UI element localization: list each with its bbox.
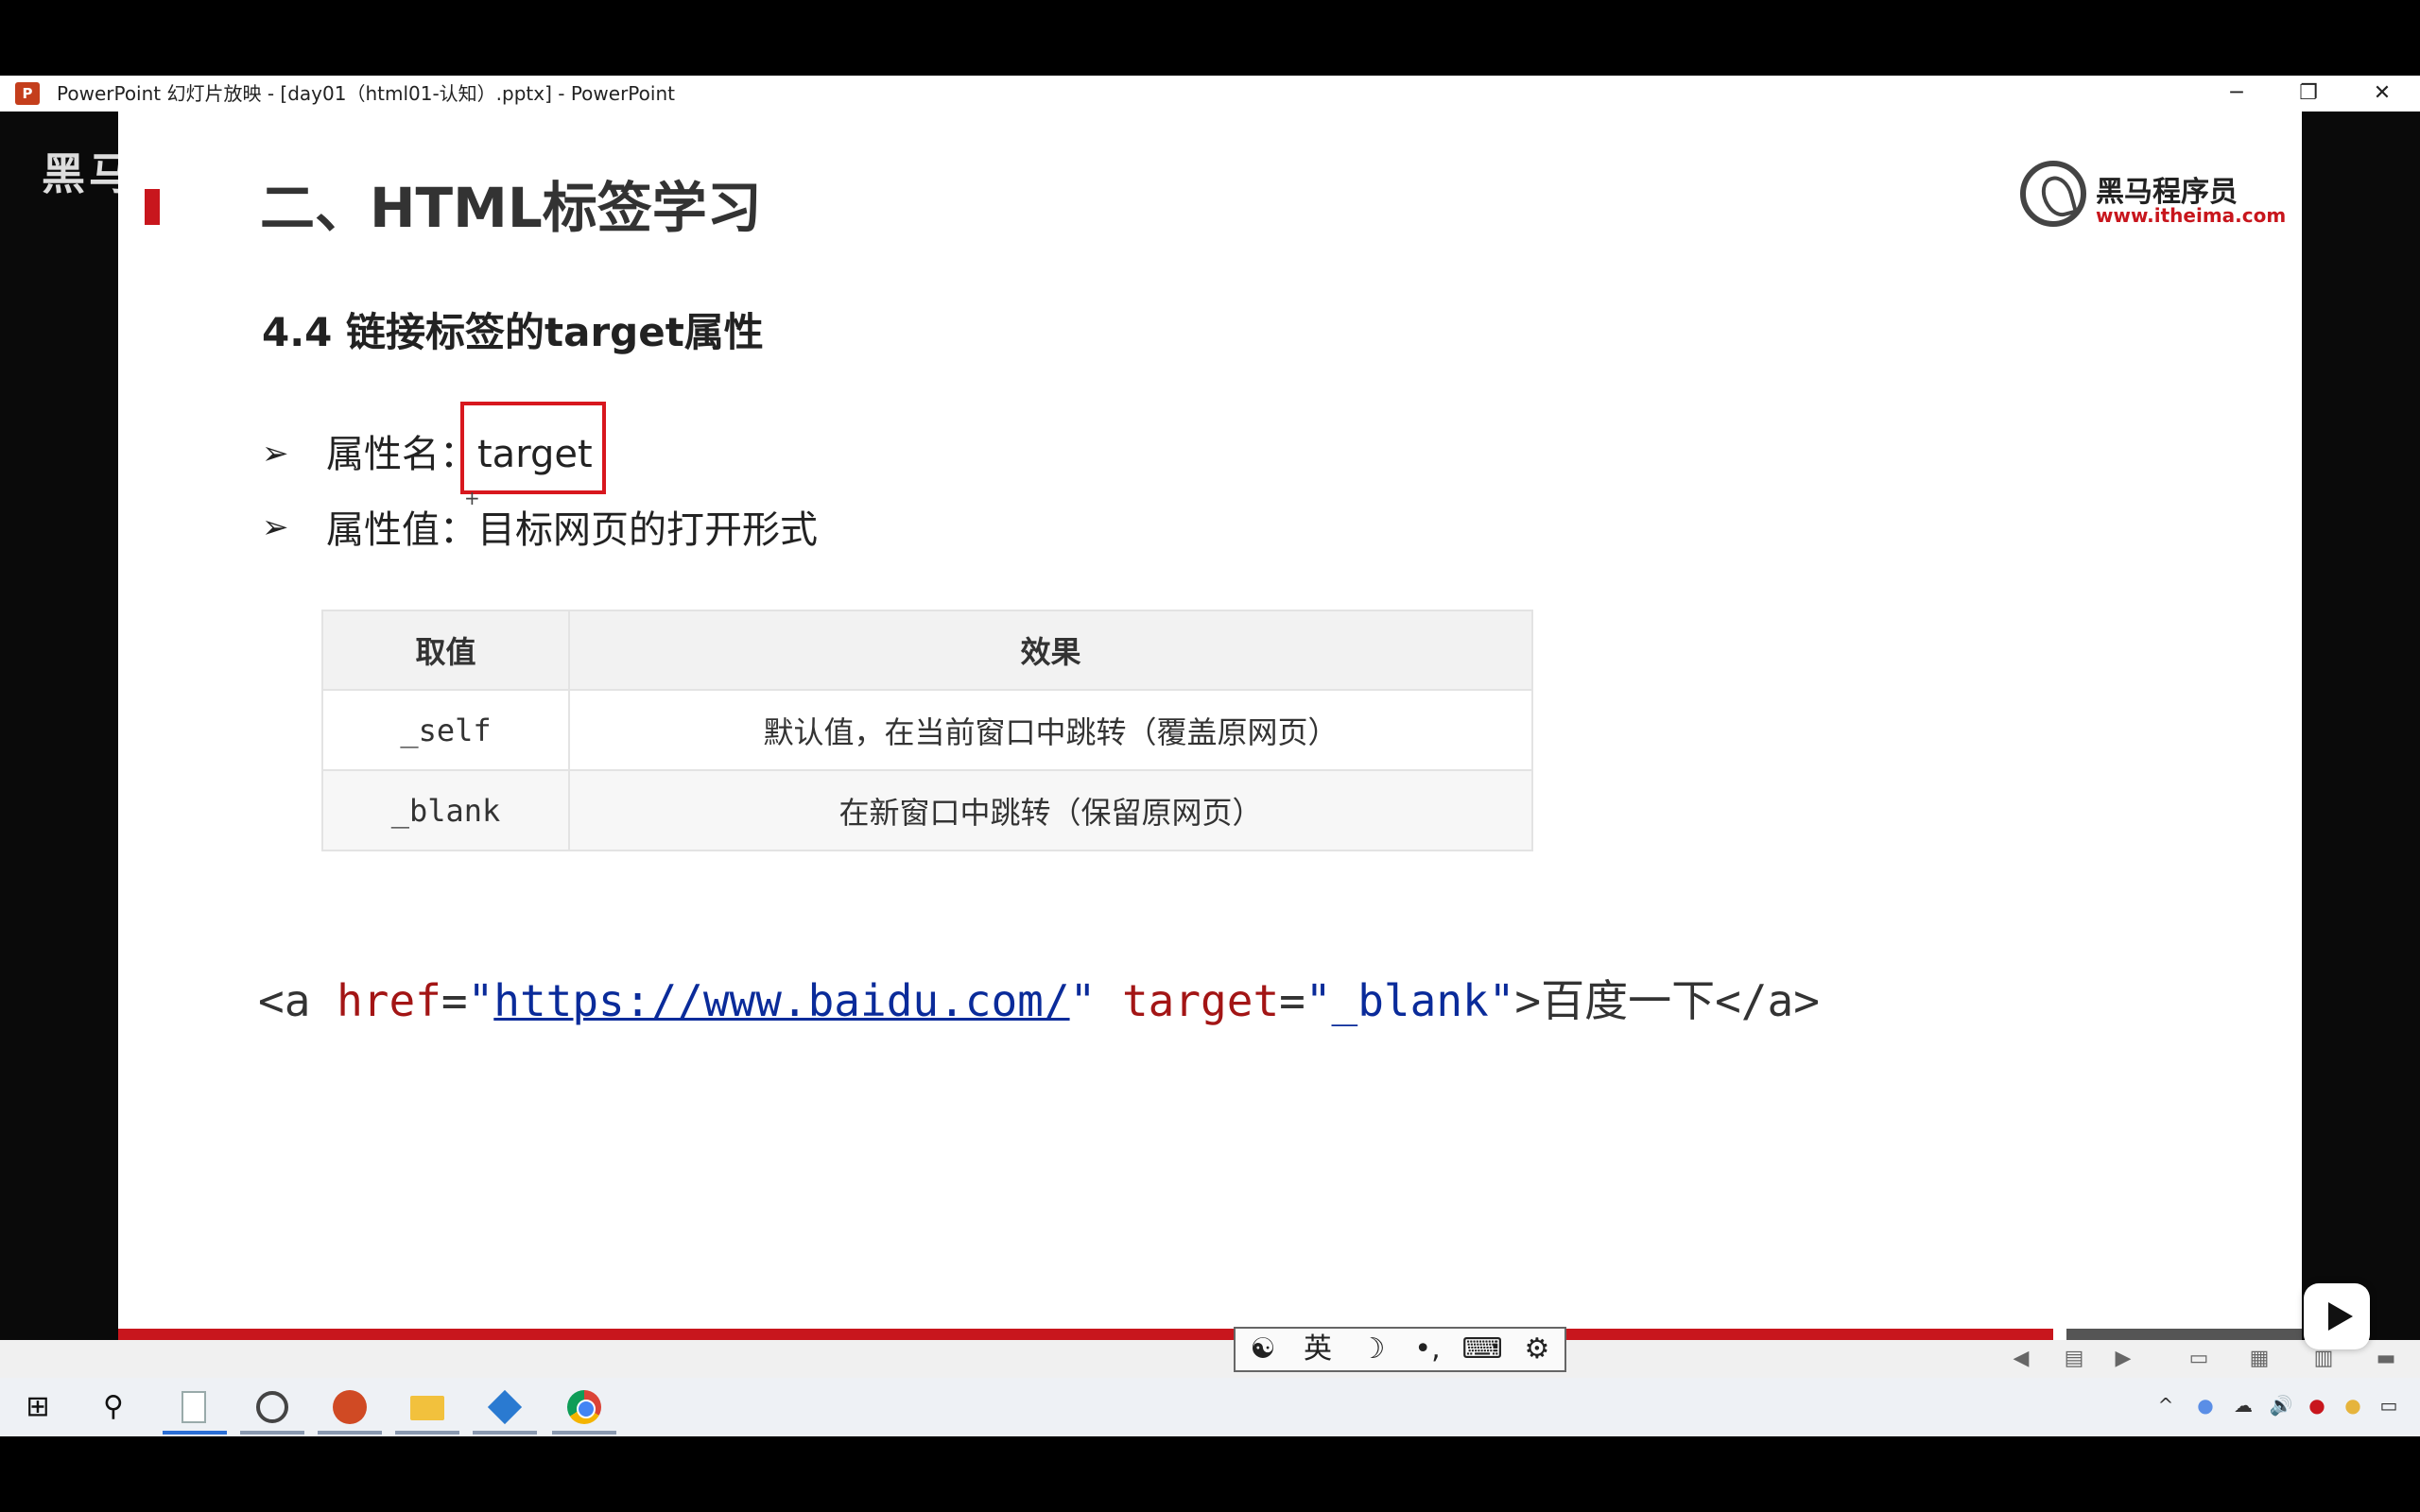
- ime-toolbar: ☯ 英 ☽ •, ⌨ ⚙: [1234, 1327, 1566, 1372]
- minimize-button[interactable]: ─: [2201, 76, 2273, 112]
- code-target-value: "_blank": [1305, 975, 1515, 1026]
- table-cell: _blank: [321, 769, 570, 851]
- slideshow-area: 黑马 二、HTML标签学习 黑马程序员 www.itheima.com 4.4 …: [0, 112, 2420, 1378]
- mouse-cursor-icon: +: [464, 487, 480, 509]
- explorer-running-indicator: [395, 1431, 459, 1435]
- table-row: _blank 在新窗口中跳转（保留原网页）: [321, 769, 1533, 851]
- tray-overflow-icon[interactable]: ^: [2152, 1391, 2180, 1419]
- tray-app-icon[interactable]: ●: [2191, 1391, 2220, 1419]
- table-cell: _self: [321, 689, 570, 771]
- slide-progress-bar: [118, 1329, 2302, 1340]
- close-button[interactable]: ✕: [2346, 76, 2418, 112]
- table-cell: 默认值，在当前窗口中跳转（覆盖原网页）: [568, 689, 1533, 771]
- notepad-active-indicator: [163, 1431, 227, 1435]
- slide-title: 二、HTML标签学习: [260, 176, 762, 240]
- notepad-app-icon[interactable]: [170, 1383, 219, 1432]
- code-equals: =: [1279, 975, 1305, 1026]
- ime-language-toggle[interactable]: 英: [1295, 1329, 1340, 1370]
- ime-halfwidth-icon[interactable]: ☽: [1350, 1329, 1395, 1370]
- table-cell: 在新窗口中跳转（保留原网页）: [568, 769, 1533, 851]
- ime-settings-icon[interactable]: ⚙: [1514, 1329, 1560, 1370]
- target-values-table: 取值 效果 _self 默认值，在当前窗口中跳转（覆盖原网页） _blank 在…: [321, 610, 1533, 851]
- window-titlebar: P PowerPoint 幻灯片放映 - [day01（html01-认知）.p…: [0, 76, 2420, 112]
- vscode-icon[interactable]: [480, 1383, 529, 1432]
- code-href-attr: href: [337, 975, 441, 1026]
- bullet-label: 属性值：: [326, 508, 477, 552]
- next-slide-icon[interactable]: ▶: [2110, 1346, 2136, 1372]
- highlight-box: [460, 402, 606, 494]
- powerpoint-running-indicator: [318, 1431, 382, 1435]
- file-explorer-icon[interactable]: [403, 1383, 452, 1432]
- code-href-value-link[interactable]: https://www.baidu.com/: [493, 975, 1069, 1026]
- video-play-icon[interactable]: [2304, 1283, 2370, 1349]
- code-example: <a href="https://www.baidu.com/" target=…: [258, 967, 1820, 1029]
- bullet-value: 目标网页的打开形式: [477, 508, 818, 552]
- ime-keyboard-icon[interactable]: ⌨: [1460, 1329, 1505, 1370]
- previous-slide-icon[interactable]: ◀: [2008, 1346, 2034, 1372]
- clock-app-icon[interactable]: [248, 1383, 297, 1432]
- slide-menu-icon[interactable]: ▤: [2061, 1346, 2087, 1372]
- slideshow-view-icon[interactable]: ▬: [2373, 1346, 2399, 1372]
- table-row: _self 默认值，在当前窗口中跳转（覆盖原网页）: [321, 689, 1533, 771]
- tray-app3-icon[interactable]: ●: [2339, 1391, 2367, 1419]
- slide-progress-remaining: [2066, 1329, 2302, 1340]
- action-center-icon[interactable]: ▭: [2375, 1391, 2403, 1419]
- code-quote: ": [1069, 975, 1097, 1026]
- brand-url: www.itheima.com: [2096, 204, 2287, 227]
- volume-icon[interactable]: 🔊: [2267, 1391, 2295, 1419]
- chrome-running-indicator: [552, 1431, 616, 1435]
- code-target-attr: target: [1121, 975, 1280, 1026]
- slide[interactable]: 二、HTML标签学习 黑马程序员 www.itheima.com 4.4 链接标…: [118, 112, 2302, 1340]
- slide-progress-gap: [2053, 1329, 2066, 1340]
- code-quote: ": [467, 975, 494, 1026]
- powerpoint-app-icon: P: [15, 82, 40, 105]
- code-close-tag: </a>: [1715, 975, 1820, 1026]
- slide-sorter-icon[interactable]: ▦: [2246, 1346, 2273, 1372]
- code-equals: =: [441, 975, 468, 1026]
- onedrive-icon[interactable]: ☁: [2229, 1391, 2257, 1419]
- vscode-running-indicator: [473, 1431, 537, 1435]
- normal-view-icon[interactable]: ▭: [2186, 1346, 2212, 1372]
- reading-view-icon[interactable]: ▥: [2310, 1346, 2337, 1372]
- tray-app2-icon[interactable]: ●: [2303, 1391, 2331, 1419]
- code-link-text: 百度一下: [1541, 975, 1716, 1026]
- ime-logo-icon[interactable]: ☯: [1240, 1329, 1286, 1370]
- bullet-marker-icon: ➢: [262, 435, 289, 472]
- slideshow-status-strip: [0, 1340, 2420, 1378]
- window-title: PowerPoint 幻灯片放映 - [day01（html01-认知）.ppt…: [57, 82, 675, 105]
- brand-logo-icon: [2020, 161, 2086, 227]
- table-header-row: 取值 效果: [321, 610, 1533, 691]
- search-icon[interactable]: ⚲: [89, 1383, 138, 1432]
- ime-punctuation-icon[interactable]: •,: [1405, 1329, 1450, 1370]
- section-subtitle: 4.4 链接标签的target属性: [262, 309, 764, 355]
- powerpoint-taskbar-icon[interactable]: [325, 1383, 374, 1432]
- clock-running-indicator: [240, 1431, 304, 1435]
- code-open-tag: <a: [258, 975, 337, 1026]
- bullet-attribute-value: 属性值：目标网页的打开形式: [326, 499, 818, 554]
- title-accent-bar: [145, 189, 160, 225]
- start-button-icon[interactable]: ⊞: [13, 1383, 62, 1432]
- table-header: 效果: [568, 610, 1533, 691]
- code-gt: >: [1514, 975, 1542, 1026]
- chrome-icon[interactable]: [560, 1383, 609, 1432]
- restore-button[interactable]: ❐: [2273, 76, 2344, 112]
- bullet-marker-icon: ➢: [262, 508, 289, 546]
- bullet-label: 属性名：: [326, 433, 477, 476]
- table-header: 取值: [321, 610, 570, 691]
